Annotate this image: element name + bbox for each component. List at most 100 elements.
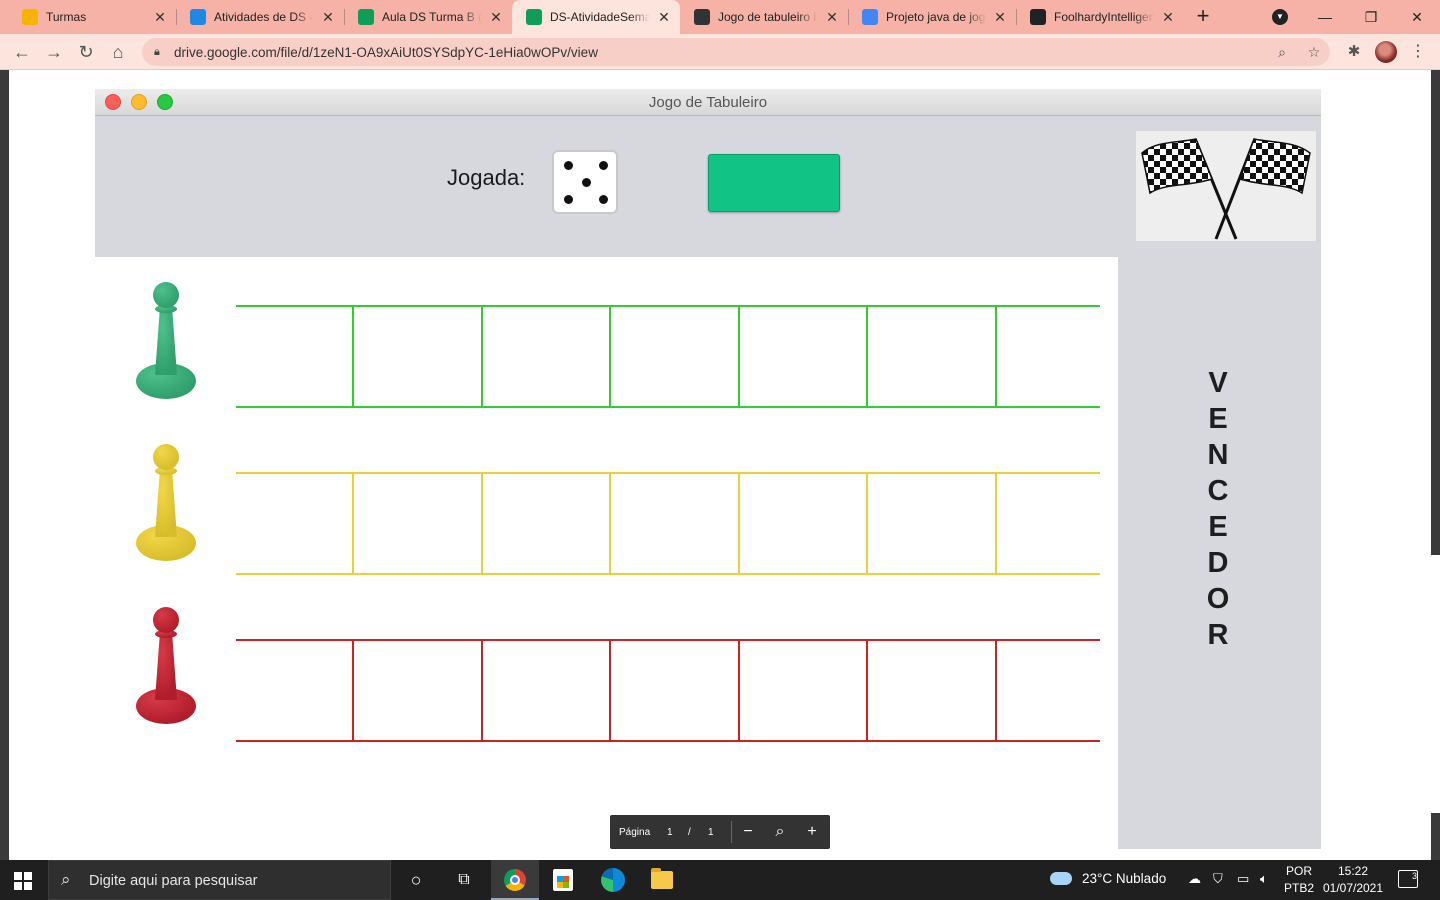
windows-taskbar: ⌕ Digite aqui para pesquisar ○ ⧉ 23°C Nu… xyxy=(0,860,1440,900)
cortana-icon[interactable]: ○ xyxy=(398,866,434,894)
tab-close-icon[interactable]: ✕ xyxy=(320,9,336,26)
google-icon xyxy=(862,9,878,25)
drive-viewer: Jogo de Tabuleiro Jogada: V E N C E D O … xyxy=(0,70,1440,860)
tab-search-icon[interactable]: ▼ xyxy=(1272,9,1288,25)
close-window-button[interactable]: ✕ xyxy=(1394,4,1440,30)
google-drive-icon xyxy=(358,9,374,25)
network-icon[interactable]: ▭ xyxy=(1237,871,1249,887)
edge-taskbar-icon[interactable] xyxy=(601,868,625,892)
zoom-in-button[interactable]: + xyxy=(801,821,823,843)
bookmark-star-icon[interactable]: ☆ xyxy=(1304,42,1324,62)
tab-title: DS-AtividadeSeman xyxy=(550,10,650,24)
jogada-label: Jogada: xyxy=(447,165,526,190)
track-cell-divider xyxy=(866,474,868,573)
roll-dice-button[interactable] xyxy=(708,154,840,212)
pawn-green-icon xyxy=(136,282,196,399)
track-cell-divider xyxy=(352,474,354,573)
dice-five-icon xyxy=(552,150,618,214)
home-icon[interactable]: ⌂ xyxy=(106,40,130,64)
browser-tab[interactable]: Projeto java de jog ✕ xyxy=(848,0,1016,34)
track-cell-divider xyxy=(481,641,483,740)
window-title: Jogo de Tabuleiro xyxy=(648,94,768,111)
clock-date: 01/07/2021 xyxy=(1322,881,1384,895)
pdf-page: Jogo de Tabuleiro Jogada: V E N C E D O … xyxy=(9,70,1431,860)
tab-close-icon[interactable]: ✕ xyxy=(1160,9,1176,26)
tab-title: Turmas xyxy=(46,10,87,24)
vencedor-letter: O xyxy=(1206,583,1230,615)
restore-button[interactable]: ❐ xyxy=(1348,4,1394,30)
browser-tab-strip: + ▼ — ❐ ✕ Turmas ✕ Atividades de DS - ✕ Aul… xyxy=(0,0,1440,34)
weather-widget[interactable]: 23°C Nublado xyxy=(1050,871,1166,886)
track-cell-divider xyxy=(481,307,483,406)
minimize-button[interactable]: — xyxy=(1302,4,1348,30)
browser-tab[interactable]: Atividades de DS - ✕ xyxy=(176,0,344,34)
track-cell-divider xyxy=(995,474,997,573)
browser-tab[interactable]: Aula DS Turma B (S ✕ xyxy=(344,0,512,34)
zoom-icon[interactable]: ⌕ xyxy=(1272,42,1292,62)
new-tab-button[interactable]: + xyxy=(1190,4,1216,30)
onedrive-icon[interactable]: ☁ xyxy=(1188,871,1201,887)
track-cell-divider xyxy=(352,307,354,406)
browser-tab[interactable]: DS-AtividadeSeman ✕ xyxy=(512,0,680,34)
page-separator: / xyxy=(688,827,691,838)
track-cell-divider xyxy=(995,641,997,740)
tab-close-icon[interactable]: ✕ xyxy=(824,9,840,26)
address-bar[interactable]: 🔒︎ drive.google.com/file/d/1zeN1-OA9xAiU… xyxy=(142,38,1330,66)
language-indicator[interactable]: POR PTB2 xyxy=(1284,863,1314,897)
tab-close-icon[interactable]: ✕ xyxy=(656,9,672,26)
game-board xyxy=(95,257,1118,849)
vencedor-label: VENCEDOR xyxy=(1188,365,1248,653)
notification-count: 3 xyxy=(1411,871,1417,881)
replit-icon xyxy=(1030,9,1046,25)
search-icon: ⌕ xyxy=(61,870,71,889)
lock-icon[interactable]: 🔒︎ xyxy=(154,46,166,59)
cloud-icon xyxy=(1050,872,1072,885)
tab-close-icon[interactable]: ✕ xyxy=(488,9,504,26)
pawn-red-icon xyxy=(136,607,196,724)
reload-icon[interactable]: ↻ xyxy=(74,40,98,64)
taskbar-clock[interactable]: 15:22 01/07/2021 xyxy=(1318,863,1388,897)
vencedor-letter: D xyxy=(1207,547,1229,579)
tab-title: Aula DS Turma B (S xyxy=(382,10,482,24)
page-scrollbar[interactable] xyxy=(1431,555,1440,813)
track-cell-divider xyxy=(995,307,997,406)
browser-tab[interactable]: Jogo de tabuleiro i ✕ xyxy=(680,0,848,34)
chrome-menu-icon[interactable]: ⋮ xyxy=(1410,40,1426,64)
profile-avatar[interactable] xyxy=(1375,41,1397,63)
browser-tab[interactable]: Turmas ✕ xyxy=(8,0,176,34)
vencedor-letter: V xyxy=(1208,367,1228,399)
chrome-taskbar-icon[interactable] xyxy=(504,869,526,891)
track-green xyxy=(236,305,1100,408)
track-cell-divider xyxy=(866,641,868,740)
browser-toolbar: ← → ↻ ⌂ 🔒︎ drive.google.com/file/d/1zeN1… xyxy=(0,34,1440,70)
tab-close-icon[interactable]: ✕ xyxy=(992,9,1008,26)
forward-icon[interactable]: → xyxy=(42,40,66,64)
microsoft-store-icon[interactable] xyxy=(553,869,573,891)
zoom-magnifier-icon[interactable]: ⌕ xyxy=(769,821,791,843)
keyboard-layout: PTB2 xyxy=(1284,881,1315,895)
search-placeholder: Digite aqui para pesquisar xyxy=(89,873,258,889)
security-shield-icon[interactable]: ⛉ xyxy=(1213,871,1223,887)
track-yellow xyxy=(236,472,1100,575)
tab-title: Atividades de DS - xyxy=(214,10,314,24)
tab-close-icon[interactable]: ✕ xyxy=(152,9,168,26)
vencedor-letter: C xyxy=(1207,475,1229,507)
current-page-input[interactable]: 1 xyxy=(667,827,673,838)
browser-tab[interactable]: FoolhardyIntelligen ✕ xyxy=(1016,0,1184,34)
track-cell-divider xyxy=(609,307,611,406)
volume-icon[interactable]: 🔈︎ xyxy=(1260,871,1268,887)
taskbar-search-input[interactable]: ⌕ Digite aqui para pesquisar xyxy=(48,860,391,900)
notification-center-icon[interactable]: 3 xyxy=(1398,870,1418,888)
back-icon[interactable]: ← xyxy=(10,40,34,64)
file-explorer-icon[interactable] xyxy=(651,868,673,889)
track-cell-divider xyxy=(609,641,611,740)
track-cell-divider xyxy=(866,307,868,406)
language-code: POR xyxy=(1285,864,1312,878)
zoom-out-button[interactable]: − xyxy=(737,821,759,843)
task-view-icon[interactable]: ⧉ xyxy=(446,866,482,894)
windows-start-icon[interactable] xyxy=(14,872,32,890)
site-icon xyxy=(694,9,710,25)
extensions-icon[interactable]: ✱ xyxy=(1344,42,1364,62)
google-drive-icon xyxy=(526,9,542,25)
url-text[interactable]: drive.google.com/file/d/1zeN1-OA9xAiUt0S… xyxy=(174,45,598,60)
